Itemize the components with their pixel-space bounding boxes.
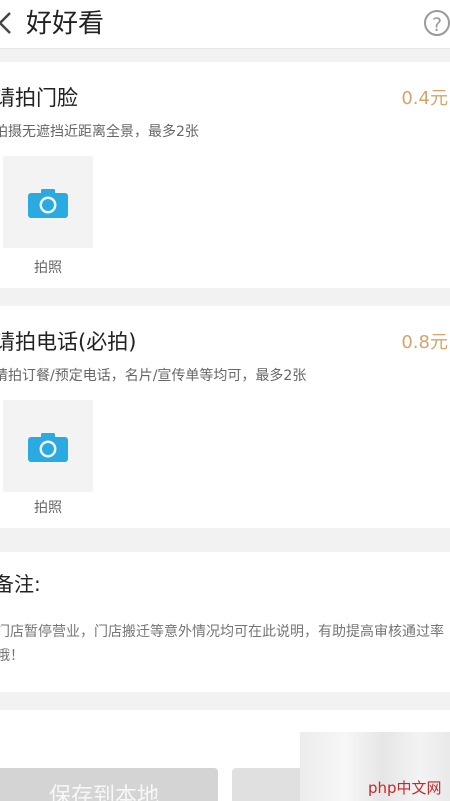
take-photo-label: 拍照 [34,500,62,516]
section-phone: 请拍电话(必拍) 0.8元 请拍订餐/预定电话，名片/宣传单等均可，最多2张 拍… [0,306,450,528]
top-bar: 好好看 ? [0,0,450,49]
watermark-logo: php中文网 [368,779,442,797]
save-local-button[interactable]: 保存到本地 [0,768,218,801]
remarks-input[interactable] [0,618,450,676]
section-title: 请拍电话(必拍) [0,330,137,354]
section-price: 0.8元 [401,332,448,353]
take-photo-label: 拍照 [34,260,62,276]
page: 好好看 ? 请拍门脸 0.4元 拍摄无遮挡近距离全景，最多2张 拍照 请拍电话(… [0,0,450,801]
help-icon[interactable]: ? [424,10,450,36]
section-title: 请拍门脸 [0,86,78,110]
take-photo-button[interactable] [3,400,93,492]
page-title: 好好看 [26,9,105,39]
section-description: 请拍订餐/预定电话，名片/宣传单等均可，最多2张 [0,368,307,384]
watermark: php中文网 [300,732,450,801]
camera-icon [28,189,68,218]
save-local-label: 保存到本地 [48,784,159,801]
section-storefront: 请拍门脸 0.4元 拍摄无遮挡近距离全景，最多2张 拍照 [0,62,450,288]
back-arrow-icon[interactable] [0,10,16,36]
section-price: 0.4元 [401,88,448,109]
remarks-section: 备注: [0,552,450,692]
camera-icon [28,433,68,462]
take-photo-button[interactable] [3,156,93,248]
remarks-label: 备注: [0,572,41,596]
section-description: 拍摄无遮挡近距离全景，最多2张 [0,124,199,140]
